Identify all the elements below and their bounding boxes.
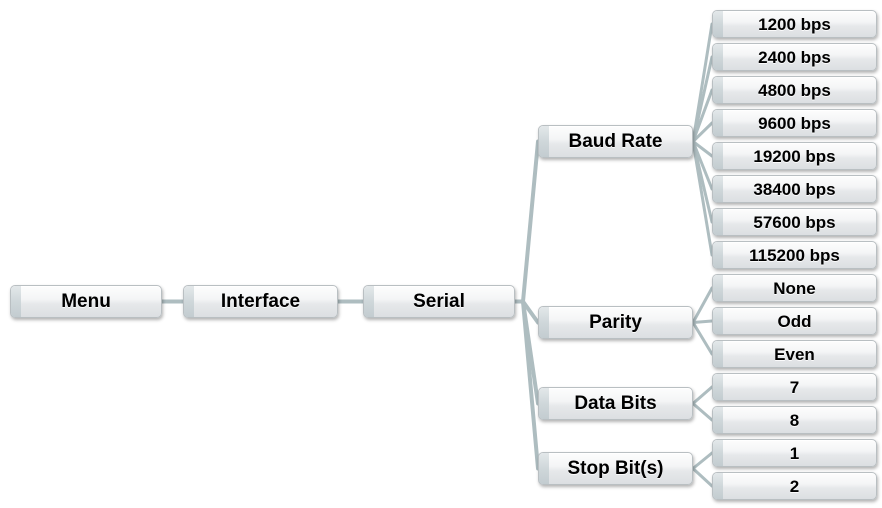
node-label: 1 [789,443,800,463]
option-node-opt-19200[interactable]: 19200 bps [712,142,877,170]
connector-leaf [691,88,714,143]
option-node-opt-115200[interactable]: 115200 bps [712,241,877,269]
node-label: Even [774,344,815,364]
connector-leaf [691,451,714,470]
option-node-opt-odd[interactable]: Odd [712,307,877,335]
connector-branch [521,299,540,471]
category-node-data-bits[interactable]: Data Bits [538,387,693,420]
category-node-parity[interactable]: Parity [538,306,693,339]
option-node-opt-2400[interactable]: 2400 bps [712,43,877,71]
connector-leaf [691,402,714,422]
node-label: Serial [413,291,465,312]
option-node-opt-4800[interactable]: 4800 bps [712,76,877,104]
node-label: 19200 bps [753,146,836,166]
option-node-opt-38400[interactable]: 38400 bps [712,175,877,203]
node-label: 2400 bps [758,47,831,67]
option-node-opt-7[interactable]: 7 [712,373,877,401]
node-label: Stop Bit(s) [567,458,664,479]
option-node-opt-stop-1[interactable]: 1 [712,439,877,467]
node-label: Interface [220,291,301,312]
node-label: 2 [789,476,800,496]
path-node-serial[interactable]: Serial [363,285,515,318]
path-node-menu[interactable]: Menu [10,285,162,318]
connector-leaf [691,321,714,356]
connector-leaf [691,467,714,488]
node-label: Baud Rate [568,131,663,152]
node-label: 57600 bps [753,212,836,232]
node-label: 1200 bps [758,14,831,34]
connector-leaf [691,140,714,158]
node-label: Data Bits [574,393,657,414]
node-label: 7 [789,377,800,397]
option-node-opt-none[interactable]: None [712,274,877,302]
node-label: 38400 bps [753,179,836,199]
diagram-canvas: Menu Interface Serial Baud Rate Parity Data B… [0,0,882,508]
category-node-stop-bits[interactable]: Stop Bit(s) [538,452,693,485]
node-label: 8 [789,410,800,430]
option-node-opt-8[interactable]: 8 [712,406,877,434]
connector-leaf [691,22,714,143]
connector-leaf [691,140,714,191]
option-node-opt-1200[interactable]: 1200 bps [712,10,877,38]
connector-leaf [691,140,714,224]
connector-branch [521,299,540,325]
node-label: Odd [777,311,812,331]
option-node-opt-57600[interactable]: 57600 bps [712,208,877,236]
node-label: Menu [61,291,111,312]
node-label: 4800 bps [758,80,831,100]
node-label: Parity [589,312,642,333]
connector-leaf [691,55,714,143]
connector-branch [521,299,540,406]
node-label: 9600 bps [758,113,831,133]
connector-leaf [691,319,714,324]
option-node-opt-stop-2[interactable]: 2 [712,472,877,500]
connector-leaf [691,121,714,143]
connector-branch [521,139,540,304]
connector-leaf [691,385,714,405]
option-node-opt-even[interactable]: Even [712,340,877,368]
connector-leaf [691,286,714,324]
category-node-baud-rate[interactable]: Baud Rate [538,125,693,158]
node-label: 115200 bps [749,245,840,265]
node-label: None [773,278,816,298]
path-node-interface[interactable]: Interface [183,285,338,318]
option-node-opt-9600[interactable]: 9600 bps [712,109,877,137]
connector-leaf [691,140,714,257]
